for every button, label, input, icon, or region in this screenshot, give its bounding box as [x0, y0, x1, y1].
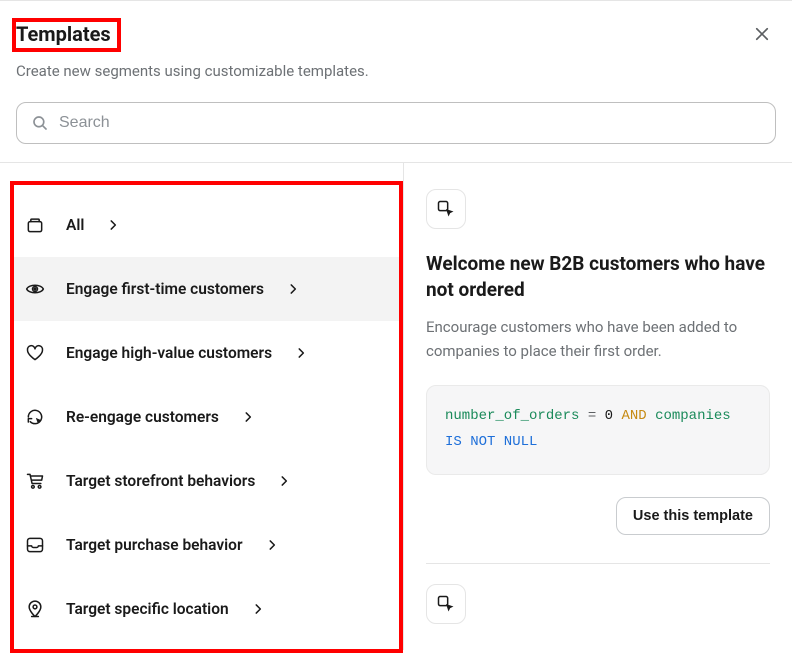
category-label: Target purchase behavior: [66, 536, 243, 554]
chevron-right-icon: [265, 538, 279, 552]
template-code-preview: number_of_orders = 0 AND companies IS NO…: [426, 385, 770, 475]
category-label: Target storefront behaviors: [66, 472, 255, 490]
refresh-pointer-icon: [24, 406, 46, 428]
close-button[interactable]: [750, 22, 774, 46]
archive-icon: [24, 214, 46, 236]
template-icon-box: [426, 584, 466, 624]
code-token: AND: [621, 408, 646, 424]
category-label: Target specific location: [66, 600, 229, 618]
category-item[interactable]: Target storefront behaviors: [14, 449, 399, 513]
category-label: Engage high-value customers: [66, 344, 272, 362]
heart-icon: [24, 342, 46, 364]
category-item[interactable]: Engage high-value customers: [14, 321, 399, 385]
template-detail-panel: Welcome new B2B customers who have not o…: [404, 163, 792, 650]
template-title: Welcome new B2B customers who have not o…: [426, 251, 770, 302]
category-item[interactable]: Re-engage customers: [14, 385, 399, 449]
chevron-right-icon: [277, 474, 291, 488]
modal-title: Templates: [16, 22, 111, 46]
chevron-right-icon: [251, 602, 265, 616]
category-label: Re-engage customers: [66, 408, 219, 426]
chevron-right-icon: [294, 346, 308, 360]
code-token: IS NOT NULL: [445, 434, 537, 450]
search-icon: [31, 114, 49, 132]
modal-subtitle: Create new segments using customizable t…: [16, 62, 774, 80]
code-token: [647, 408, 655, 424]
cursor-select-icon: [436, 594, 456, 614]
inbox-icon: [24, 534, 46, 556]
sidebar-highlight-box: All Engage first-time customers Engage hig…: [10, 181, 403, 653]
eye-icon: [24, 278, 46, 300]
template-description: Encourage customers who have been added …: [426, 316, 770, 363]
code-token: 0: [605, 408, 613, 424]
pin-icon: [24, 598, 46, 620]
template-icon-box: [426, 189, 466, 229]
search-field-wrapper[interactable]: [16, 102, 776, 144]
category-sidebar: All Engage first-time customers Engage hig…: [0, 163, 404, 650]
category-label: Engage first-time customers: [66, 280, 264, 298]
chevron-right-icon: [286, 282, 300, 296]
chevron-right-icon: [241, 410, 255, 424]
cursor-select-icon: [436, 199, 456, 219]
code-token: companies: [655, 408, 731, 424]
modal-header: Templates Create new segments using cust…: [0, 4, 792, 102]
search-input[interactable]: [59, 114, 761, 132]
category-item[interactable]: Engage first-time customers: [14, 257, 399, 321]
category-label: All: [66, 216, 84, 234]
chevron-right-icon: [106, 218, 120, 232]
cart-icon: [24, 470, 46, 492]
category-item[interactable]: Target purchase behavior: [14, 513, 399, 577]
code-token: =: [579, 408, 604, 424]
code-token: number_of_orders: [445, 408, 579, 424]
category-item[interactable]: Target specific location: [14, 577, 399, 641]
category-item[interactable]: All: [14, 193, 399, 257]
title-highlight-box: Templates: [12, 18, 121, 52]
close-icon: [753, 25, 771, 43]
use-template-button[interactable]: Use this template: [616, 497, 770, 535]
